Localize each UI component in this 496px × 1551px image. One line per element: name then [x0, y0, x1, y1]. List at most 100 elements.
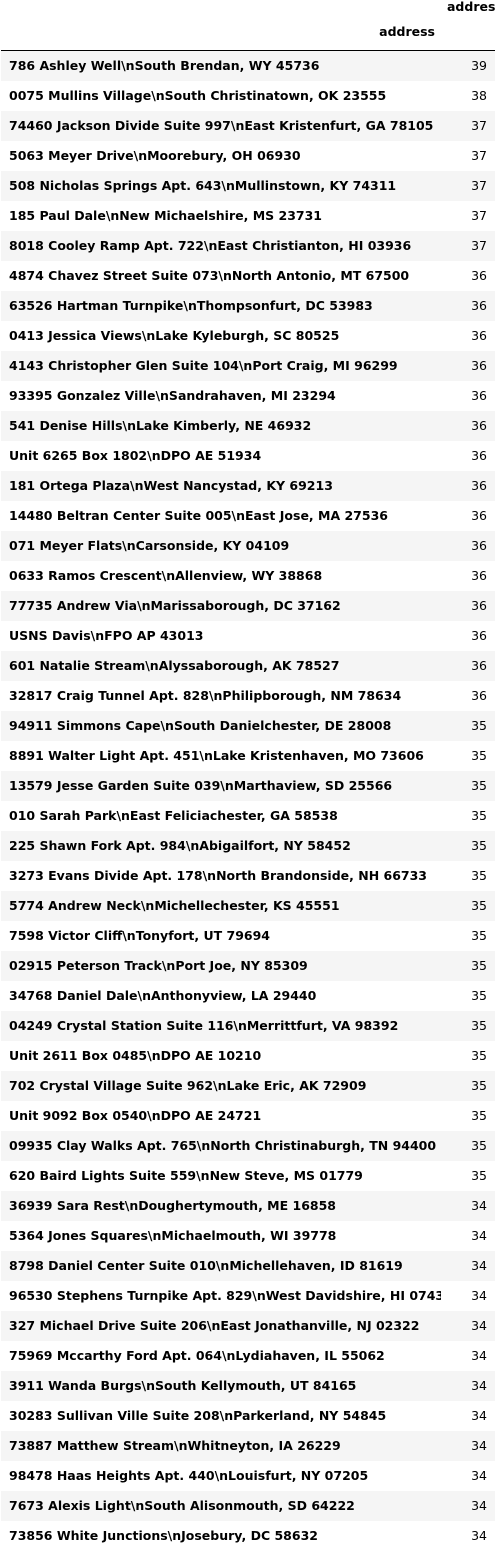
- row-count: 35: [441, 1011, 495, 1041]
- table-row: 3911 Wanda Burgs\nSouth Kellymouth, UT 8…: [1, 1371, 495, 1401]
- row-count: 36: [441, 651, 495, 681]
- dataframe-table: address address 786 Ashley Well\nSouth B…: [1, 0, 495, 1551]
- row-count: 35: [441, 801, 495, 831]
- row-address: 73856 White Junctions\nJosebury, DC 5863…: [1, 1521, 441, 1551]
- table-row: 5364 Jones Squares\nMichaelmouth, WI 397…: [1, 1221, 495, 1251]
- row-address: 77735 Andrew Via\nMarissaborough, DC 371…: [1, 591, 441, 621]
- table-row: 4874 Chavez Street Suite 073\nNorth Anto…: [1, 261, 495, 291]
- row-address: 181 Ortega Plaza\nWest Nancystad, KY 692…: [1, 471, 441, 501]
- row-address: 5063 Meyer Drive\nMoorebury, OH 06930: [1, 141, 441, 171]
- table-row: 77735 Andrew Via\nMarissaborough, DC 371…: [1, 591, 495, 621]
- row-address: 73887 Matthew Stream\nWhitneyton, IA 262…: [1, 1431, 441, 1461]
- table-row: 32817 Craig Tunnel Apt. 828\nPhilipborou…: [1, 681, 495, 711]
- row-address: 96530 Stephens Turnpike Apt. 829\nWest D…: [1, 1281, 441, 1311]
- table-row: 98478 Haas Heights Apt. 440\nLouisfurt, …: [1, 1461, 495, 1491]
- table-row: 327 Michael Drive Suite 206\nEast Jonath…: [1, 1311, 495, 1341]
- row-count: 36: [441, 441, 495, 471]
- row-count: 38: [441, 81, 495, 111]
- table-row: 04249 Crystal Station Suite 116\nMerritt…: [1, 1011, 495, 1041]
- row-address: 8891 Walter Light Apt. 451\nLake Kristen…: [1, 741, 441, 771]
- row-count: 37: [441, 111, 495, 141]
- row-count: 36: [441, 501, 495, 531]
- row-count: 35: [441, 981, 495, 1011]
- table-row: 5063 Meyer Drive\nMoorebury, OH 0693037: [1, 141, 495, 171]
- row-address: 508 Nicholas Springs Apt. 643\nMullinsto…: [1, 171, 441, 201]
- table-row: 14480 Beltran Center Suite 005\nEast Jos…: [1, 501, 495, 531]
- index-header-row: address: [1, 14, 495, 51]
- table-row: 13579 Jesse Garden Suite 039\nMarthaview…: [1, 771, 495, 801]
- row-address: 541 Denise Hills\nLake Kimberly, NE 4693…: [1, 411, 441, 441]
- table-row: 09935 Clay Walks Apt. 765\nNorth Christi…: [1, 1131, 495, 1161]
- row-count: 35: [441, 861, 495, 891]
- row-address: 30283 Sullivan Ville Suite 208\nParkerla…: [1, 1401, 441, 1431]
- row-count: 39: [441, 51, 495, 82]
- row-count: 35: [441, 1101, 495, 1131]
- row-count: 35: [441, 771, 495, 801]
- table-row: 7598 Victor Cliff\nTonyfort, UT 7969435: [1, 921, 495, 951]
- table-row: 601 Natalie Stream\nAlyssaborough, AK 78…: [1, 651, 495, 681]
- row-address: 786 Ashley Well\nSouth Brendan, WY 45736: [1, 51, 441, 82]
- table-row: 36939 Sara Rest\nDoughertymouth, ME 1685…: [1, 1191, 495, 1221]
- row-address: 36939 Sara Rest\nDoughertymouth, ME 1685…: [1, 1191, 441, 1221]
- row-count: 36: [441, 291, 495, 321]
- row-address: 4143 Christopher Glen Suite 104\nPort Cr…: [1, 351, 441, 381]
- row-address: 225 Shawn Fork Apt. 984\nAbigailfort, NY…: [1, 831, 441, 861]
- index-name-header: address: [1, 14, 441, 51]
- column-header-row: address: [1, 0, 495, 14]
- table-row: 96530 Stephens Turnpike Apt. 829\nWest D…: [1, 1281, 495, 1311]
- row-address: 702 Crystal Village Suite 962\nLake Eric…: [1, 1071, 441, 1101]
- row-address: 34768 Daniel Dale\nAnthonyview, LA 29440: [1, 981, 441, 1011]
- table-row: Unit 6265 Box 1802\nDPO AE 5193436: [1, 441, 495, 471]
- table-row: 8798 Daniel Center Suite 010\nMichelleha…: [1, 1251, 495, 1281]
- table-row: USNS Davis\nFPO AP 4301336: [1, 621, 495, 651]
- table-row: 5774 Andrew Neck\nMichellechester, KS 45…: [1, 891, 495, 921]
- row-address: 32817 Craig Tunnel Apt. 828\nPhilipborou…: [1, 681, 441, 711]
- row-count: 37: [441, 141, 495, 171]
- table-row: 73856 White Junctions\nJosebury, DC 5863…: [1, 1521, 495, 1551]
- row-count: 34: [441, 1521, 495, 1551]
- table-row: 181 Ortega Plaza\nWest Nancystad, KY 692…: [1, 471, 495, 501]
- table-row: 225 Shawn Fork Apt. 984\nAbigailfort, NY…: [1, 831, 495, 861]
- table-row: 185 Paul Dale\nNew Michaelshire, MS 2373…: [1, 201, 495, 231]
- row-count: 35: [441, 951, 495, 981]
- row-address: 7673 Alexis Light\nSouth Alisonmouth, SD…: [1, 1491, 441, 1521]
- row-count: 37: [441, 201, 495, 231]
- row-address: 93395 Gonzalez Ville\nSandrahaven, MI 23…: [1, 381, 441, 411]
- row-count: 34: [441, 1401, 495, 1431]
- row-address: Unit 6265 Box 1802\nDPO AE 51934: [1, 441, 441, 471]
- row-address: 09935 Clay Walks Apt. 765\nNorth Christi…: [1, 1131, 441, 1161]
- row-count: 35: [441, 921, 495, 951]
- row-count: 34: [441, 1221, 495, 1251]
- row-address: 620 Baird Lights Suite 559\nNew Steve, M…: [1, 1161, 441, 1191]
- row-count: 36: [441, 591, 495, 621]
- row-count: 35: [441, 1131, 495, 1161]
- table-row: 0075 Mullins Village\nSouth Christinatow…: [1, 81, 495, 111]
- row-count: 35: [441, 1041, 495, 1071]
- row-address: 4874 Chavez Street Suite 073\nNorth Anto…: [1, 261, 441, 291]
- table-row: 0633 Ramos Crescent\nAllenview, WY 38868…: [1, 561, 495, 591]
- table-body: 786 Ashley Well\nSouth Brendan, WY 45736…: [1, 51, 495, 1551]
- row-count: 34: [441, 1251, 495, 1281]
- table-row: 7673 Alexis Light\nSouth Alisonmouth, SD…: [1, 1491, 495, 1521]
- row-count: 36: [441, 411, 495, 441]
- table-row: 93395 Gonzalez Ville\nSandrahaven, MI 23…: [1, 381, 495, 411]
- row-address: 5364 Jones Squares\nMichaelmouth, WI 397…: [1, 1221, 441, 1251]
- row-count: 34: [441, 1191, 495, 1221]
- row-address: 8798 Daniel Center Suite 010\nMichelleha…: [1, 1251, 441, 1281]
- row-count: 36: [441, 261, 495, 291]
- row-address: 185 Paul Dale\nNew Michaelshire, MS 2373…: [1, 201, 441, 231]
- table-row: 620 Baird Lights Suite 559\nNew Steve, M…: [1, 1161, 495, 1191]
- row-address: 0413 Jessica Views\nLake Kyleburgh, SC 8…: [1, 321, 441, 351]
- row-address: 327 Michael Drive Suite 206\nEast Jonath…: [1, 1311, 441, 1341]
- row-count: 36: [441, 621, 495, 651]
- table-row: Unit 9092 Box 0540\nDPO AE 2472135: [1, 1101, 495, 1131]
- table-row: 75969 Mccarthy Ford Apt. 064\nLydiahaven…: [1, 1341, 495, 1371]
- table-row: 3273 Evans Divide Apt. 178\nNorth Brando…: [1, 861, 495, 891]
- row-count: 36: [441, 681, 495, 711]
- row-count: 36: [441, 531, 495, 561]
- table-row: 94911 Simmons Cape\nSouth Danielchester,…: [1, 711, 495, 741]
- row-count: 34: [441, 1461, 495, 1491]
- row-count: 36: [441, 351, 495, 381]
- row-address: 0075 Mullins Village\nSouth Christinatow…: [1, 81, 441, 111]
- row-address: Unit 2611 Box 0485\nDPO AE 10210: [1, 1041, 441, 1071]
